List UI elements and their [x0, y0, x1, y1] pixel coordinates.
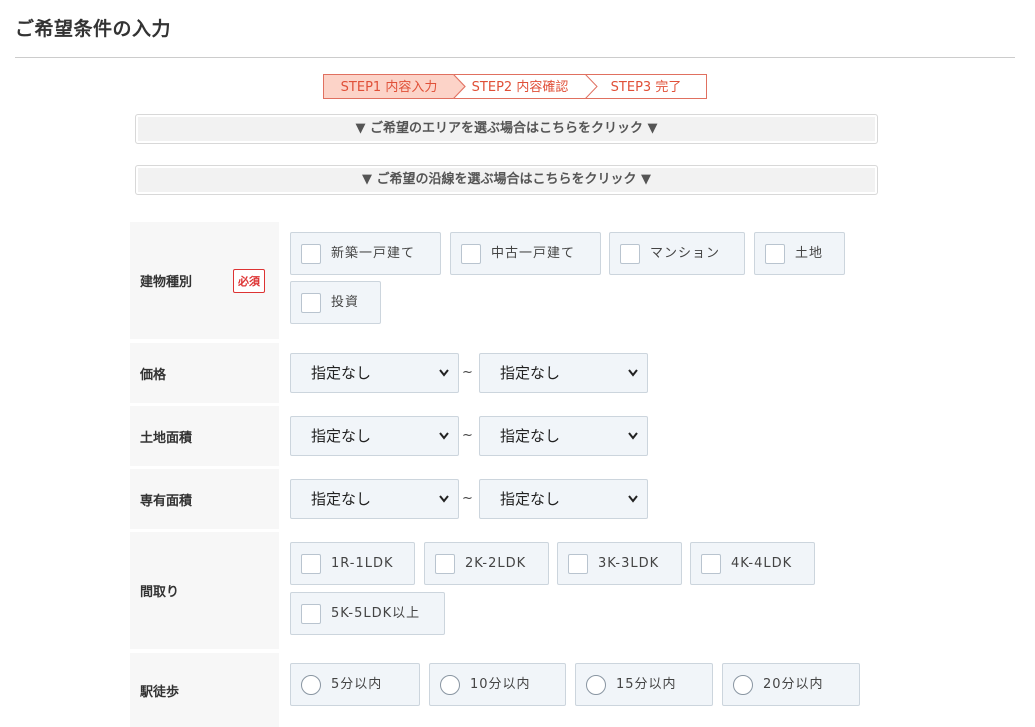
checkbox-box[interactable] — [461, 244, 481, 264]
step-3-label: STEP3 完了 — [610, 80, 682, 95]
select-value: 指定なし — [311, 364, 372, 382]
range-separator: ~ — [462, 428, 473, 443]
checkbox-box[interactable] — [301, 604, 321, 624]
chevron-down-icon — [628, 432, 638, 440]
price-max-select[interactable]: 指定なし — [479, 353, 648, 393]
checkbox-label: 1R-1LDK — [331, 556, 394, 571]
chevron-down-icon — [439, 432, 449, 440]
line-select-toggle[interactable]: ▼ ご希望の沿線を選ぶ場合はこちらをクリック ▼ — [135, 165, 878, 195]
select-value: 指定なし — [500, 490, 561, 508]
row-floor-area: 専有面積 指定なし ~ 指定なし — [130, 469, 1020, 529]
radio-circle[interactable] — [733, 675, 753, 695]
floor-area-max-select[interactable]: 指定なし — [479, 479, 648, 519]
step-2: STEP2 内容確認 — [454, 74, 586, 99]
checkbox-box[interactable] — [435, 554, 455, 574]
range-separator: ~ — [462, 491, 473, 506]
row-land-area: 土地面積 指定なし ~ 指定なし — [130, 406, 1020, 466]
radio-15min[interactable]: 15分以内 — [575, 663, 713, 706]
select-value: 指定なし — [311, 427, 372, 445]
floor-area-min-select[interactable]: 指定なし — [290, 479, 459, 519]
area-select-toggle[interactable]: ▼ ご希望のエリアを選ぶ場合はこちらをクリック ▼ — [135, 114, 878, 144]
radio-5min[interactable]: 5分以内 — [290, 663, 420, 706]
checkbox-5k-5ldk-plus[interactable]: 5K-5LDK以上 — [290, 592, 445, 635]
radio-circle[interactable] — [440, 675, 460, 695]
checkbox-label: 投資 — [331, 295, 360, 310]
row-walk-time: 駅徒歩 5分以内 10分以内 15分以内 20分以内 — [130, 653, 1020, 727]
checkbox-box[interactable] — [765, 244, 785, 264]
select-value: 指定なし — [500, 427, 561, 445]
checkbox-box[interactable] — [701, 554, 721, 574]
checkbox-new-house[interactable]: 新築一戸建て — [290, 232, 441, 275]
radio-label: 20分以内 — [763, 677, 824, 692]
select-value: 指定なし — [311, 490, 372, 508]
step-3: STEP3 完了 — [586, 74, 707, 99]
checkbox-label: 新築一戸建て — [331, 246, 416, 261]
checkbox-land[interactable]: 土地 — [754, 232, 845, 275]
page-title: ご希望条件の入力 — [15, 18, 172, 40]
radio-label: 5分以内 — [331, 677, 383, 692]
land-area-min-select[interactable]: 指定なし — [290, 416, 459, 456]
walk-time-label: 駅徒歩 — [130, 653, 279, 727]
required-badge: 必須 — [233, 268, 265, 293]
radio-circle[interactable] — [301, 675, 321, 695]
checkbox-investment[interactable]: 投資 — [290, 281, 381, 324]
step-1-label: STEP1 内容入力 — [340, 80, 438, 95]
checkbox-label: 3K-3LDK — [598, 556, 660, 571]
select-value: 指定なし — [500, 364, 561, 382]
land-area-label: 土地面積 — [130, 406, 279, 466]
checkbox-label: 2K-2LDK — [465, 556, 527, 571]
floor-area-label: 専有面積 — [130, 469, 279, 529]
radio-label: 10分以内 — [470, 677, 531, 692]
row-price: 価格 指定なし ~ 指定なし — [130, 343, 1020, 403]
radio-10min[interactable]: 10分以内 — [429, 663, 566, 706]
checkbox-box[interactable] — [301, 293, 321, 313]
checkbox-label: 中古一戸建て — [491, 246, 576, 261]
building-type-label: 建物種別 — [140, 275, 193, 290]
step-1: STEP1 内容入力 — [323, 74, 454, 99]
range-separator: ~ — [462, 365, 473, 380]
chevron-down-icon — [628, 369, 638, 377]
checkbox-used-house[interactable]: 中古一戸建て — [450, 232, 601, 275]
radio-20min[interactable]: 20分以内 — [722, 663, 860, 706]
step-indicator: STEP1 内容入力 STEP2 内容確認 STEP3 完了 — [323, 74, 707, 99]
checkbox-box[interactable] — [301, 554, 321, 574]
row-building-type: 建物種別 必須 新築一戸建て 中古一戸建て マンション 土地 投資 — [130, 222, 1020, 339]
land-area-max-select[interactable]: 指定なし — [479, 416, 648, 456]
checkbox-box[interactable] — [301, 244, 321, 264]
checkbox-label: 土地 — [795, 246, 824, 261]
chevron-down-icon — [628, 495, 638, 503]
checkbox-2k-2ldk[interactable]: 2K-2LDK — [424, 542, 549, 585]
layout-label: 間取り — [130, 532, 279, 649]
building-type-label-cell: 建物種別 必須 — [130, 222, 279, 339]
checkbox-box[interactable] — [620, 244, 640, 264]
checkbox-mansion[interactable]: マンション — [609, 232, 745, 275]
step-2-label: STEP2 内容確認 — [471, 80, 569, 95]
chevron-down-icon — [439, 495, 449, 503]
radio-circle[interactable] — [586, 675, 606, 695]
checkbox-1r-1ldk[interactable]: 1R-1LDK — [290, 542, 415, 585]
radio-label: 15分以内 — [616, 677, 677, 692]
checkbox-label: 4K-4LDK — [731, 556, 793, 571]
checkbox-3k-3ldk[interactable]: 3K-3LDK — [557, 542, 682, 585]
title-divider — [15, 57, 1015, 58]
checkbox-label: マンション — [650, 246, 721, 261]
row-layout: 間取り 1R-1LDK 2K-2LDK 3K-3LDK 4K-4LDK 5K-5… — [130, 532, 1020, 649]
checkbox-4k-4ldk[interactable]: 4K-4LDK — [690, 542, 815, 585]
price-label: 価格 — [130, 343, 279, 403]
chevron-down-icon — [439, 369, 449, 377]
checkbox-box[interactable] — [568, 554, 588, 574]
price-min-select[interactable]: 指定なし — [290, 353, 459, 393]
checkbox-label: 5K-5LDK以上 — [331, 606, 421, 621]
